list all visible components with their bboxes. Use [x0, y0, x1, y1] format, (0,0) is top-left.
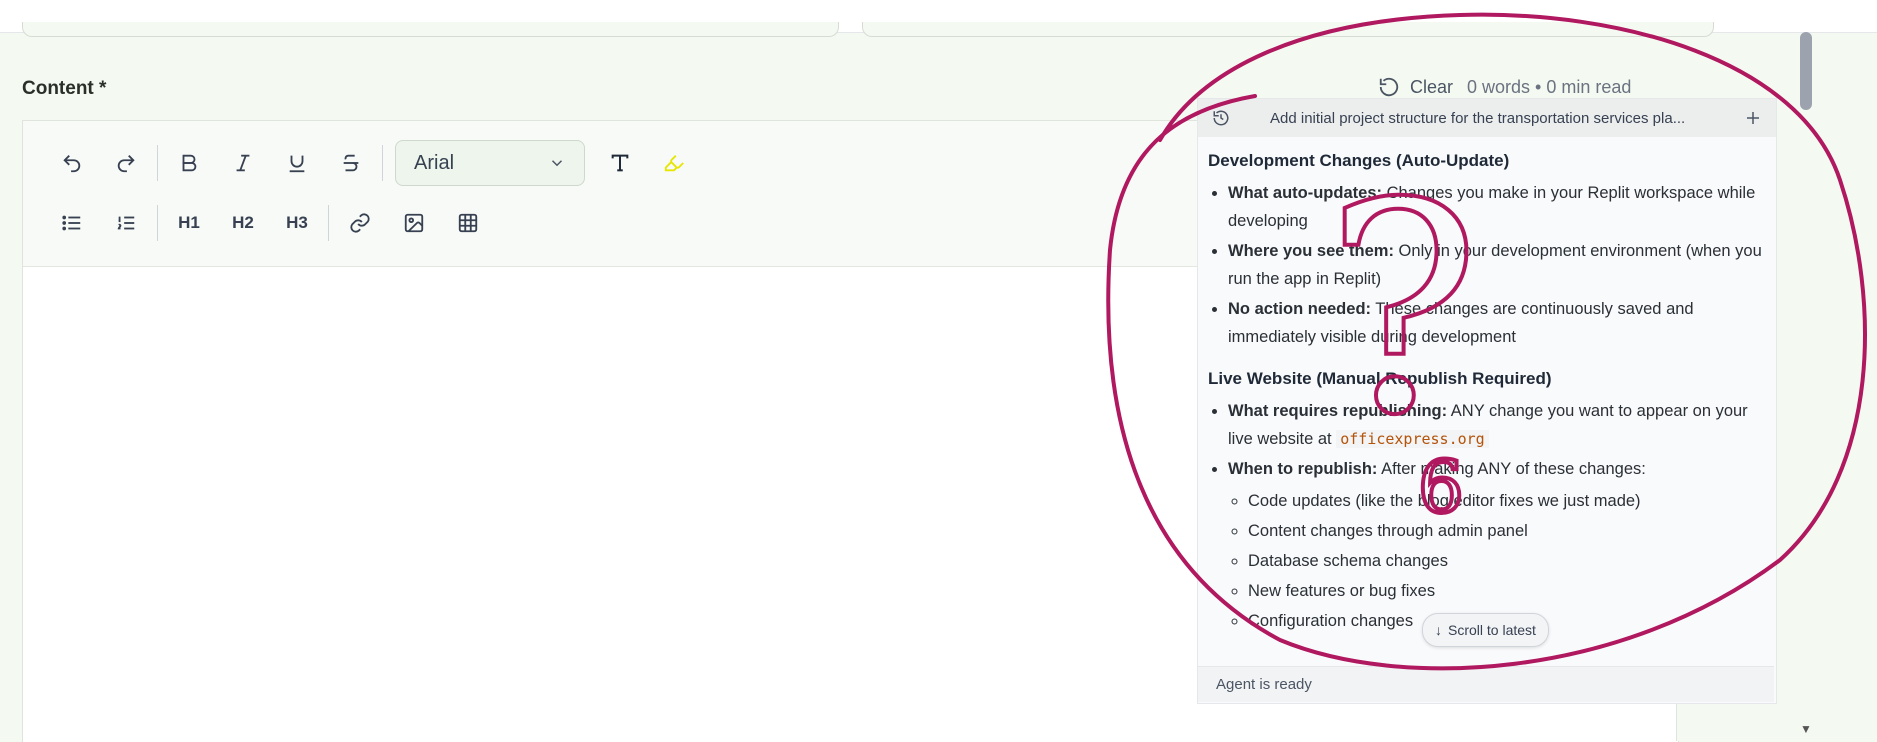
- font-family-select[interactable]: Arial: [395, 140, 585, 186]
- plus-icon[interactable]: [1744, 109, 1762, 127]
- item-label: Where you see them:: [1228, 242, 1394, 260]
- sub-list-item: Code updates (like the blog editor fixes…: [1248, 487, 1766, 515]
- text-type-icon: [611, 154, 629, 172]
- content-label: Content *: [22, 78, 107, 99]
- title-field-edge[interactable]: [22, 22, 839, 37]
- italic-icon: [236, 154, 250, 172]
- insert-link-button[interactable]: [333, 203, 387, 243]
- text-color-button[interactable]: [593, 143, 647, 183]
- clear-label: Clear: [1410, 76, 1454, 97]
- sub-list-item: Database schema changes: [1248, 547, 1766, 575]
- toolbar-row-1: Arial: [45, 139, 701, 187]
- ordered-list-icon: [117, 216, 135, 230]
- scroll-to-latest-label: Scroll to latest: [1448, 622, 1536, 638]
- heading-3-button[interactable]: H3: [270, 203, 324, 243]
- insert-table-button[interactable]: [441, 203, 495, 243]
- slug-field-edge[interactable]: [862, 22, 1714, 37]
- scrollbar-thumb[interactable]: [1800, 32, 1812, 110]
- agent-message: Development Changes (Auto-Update) What a…: [1198, 137, 1776, 635]
- agent-header: Add initial project structure for the tr…: [1198, 99, 1776, 137]
- item-text: After making ANY of these changes:: [1377, 460, 1646, 478]
- image-icon: [404, 213, 424, 233]
- bullet-list: What requires republishing: ANY change y…: [1208, 397, 1766, 635]
- page-scrollbar[interactable]: ▼: [1800, 32, 1812, 741]
- word-count: 0 words • 0 min read: [1467, 76, 1632, 97]
- arrow-down-icon: ↓: [1435, 622, 1442, 638]
- toolbar-divider: [382, 145, 383, 181]
- toolbar-divider: [157, 145, 158, 181]
- item-label: When to republish:: [1228, 460, 1378, 478]
- strikethrough-button[interactable]: [324, 143, 378, 183]
- undo-history-icon: [1379, 77, 1399, 97]
- scroll-to-latest-button[interactable]: ↓ Scroll to latest: [1422, 613, 1549, 647]
- highlighter-icon: [664, 155, 684, 172]
- toolbar-row-2: H1 H2 H3: [45, 203, 495, 243]
- agent-thread-title[interactable]: Add initial project structure for the tr…: [1270, 110, 1744, 127]
- item-label: No action needed:: [1228, 300, 1372, 318]
- bullet-list-button[interactable]: [45, 203, 99, 243]
- link-icon: [350, 213, 370, 233]
- list-item: When to republish: After making ANY of t…: [1228, 455, 1766, 635]
- section-heading: Development Changes (Auto-Update): [1208, 151, 1510, 170]
- bullet-list: What auto-updates: Changes you make in y…: [1208, 179, 1766, 351]
- editor-meta: Clear 0 words • 0 min read: [1378, 76, 1631, 98]
- highlight-button[interactable]: [647, 143, 701, 183]
- clear-button[interactable]: Clear: [1378, 76, 1453, 98]
- redo-button[interactable]: [99, 143, 153, 183]
- list-item: What requires republishing: ANY change y…: [1228, 397, 1766, 453]
- underline-button[interactable]: [270, 143, 324, 183]
- toolbar-divider: [157, 205, 158, 241]
- italic-button[interactable]: [216, 143, 270, 183]
- undo-button[interactable]: [45, 143, 99, 183]
- strikethrough-icon: [343, 154, 359, 172]
- history-icon[interactable]: [1212, 109, 1230, 127]
- domain-code: officexpress.org: [1336, 430, 1489, 448]
- undo-icon: [63, 155, 81, 173]
- heading-2-button[interactable]: H2: [216, 203, 270, 243]
- scroll-down-arrow-icon[interactable]: ▼: [1800, 722, 1812, 736]
- bullet-list-icon: [62, 215, 81, 231]
- chevron-down-icon: [551, 160, 563, 167]
- redo-icon: [117, 155, 135, 173]
- table-icon: [458, 213, 478, 233]
- sub-list-item: New features or bug fixes: [1248, 577, 1766, 605]
- list-item: What auto-updates: Changes you make in y…: [1228, 179, 1766, 235]
- ordered-list-button[interactable]: [99, 203, 153, 243]
- item-label: What auto-updates:: [1228, 184, 1382, 202]
- list-item: No action needed: These changes are cont…: [1228, 295, 1766, 351]
- toolbar-divider: [328, 205, 329, 241]
- sub-list-item: Content changes through admin panel: [1248, 517, 1766, 545]
- agent-status-bar: Agent is ready: [1198, 666, 1774, 702]
- insert-image-button[interactable]: [387, 203, 441, 243]
- bold-button[interactable]: [162, 143, 216, 183]
- agent-status-text: Agent is ready: [1216, 676, 1312, 693]
- list-item: Where you see them: Only in your develop…: [1228, 237, 1766, 293]
- section-heading: Live Website (Manual Republish Required): [1208, 369, 1552, 388]
- font-family-value: Arial: [414, 151, 455, 174]
- bold-icon: [182, 154, 197, 172]
- item-label: What requires republishing:: [1228, 402, 1448, 420]
- underline-icon: [289, 155, 305, 173]
- heading-1-button[interactable]: H1: [162, 203, 216, 243]
